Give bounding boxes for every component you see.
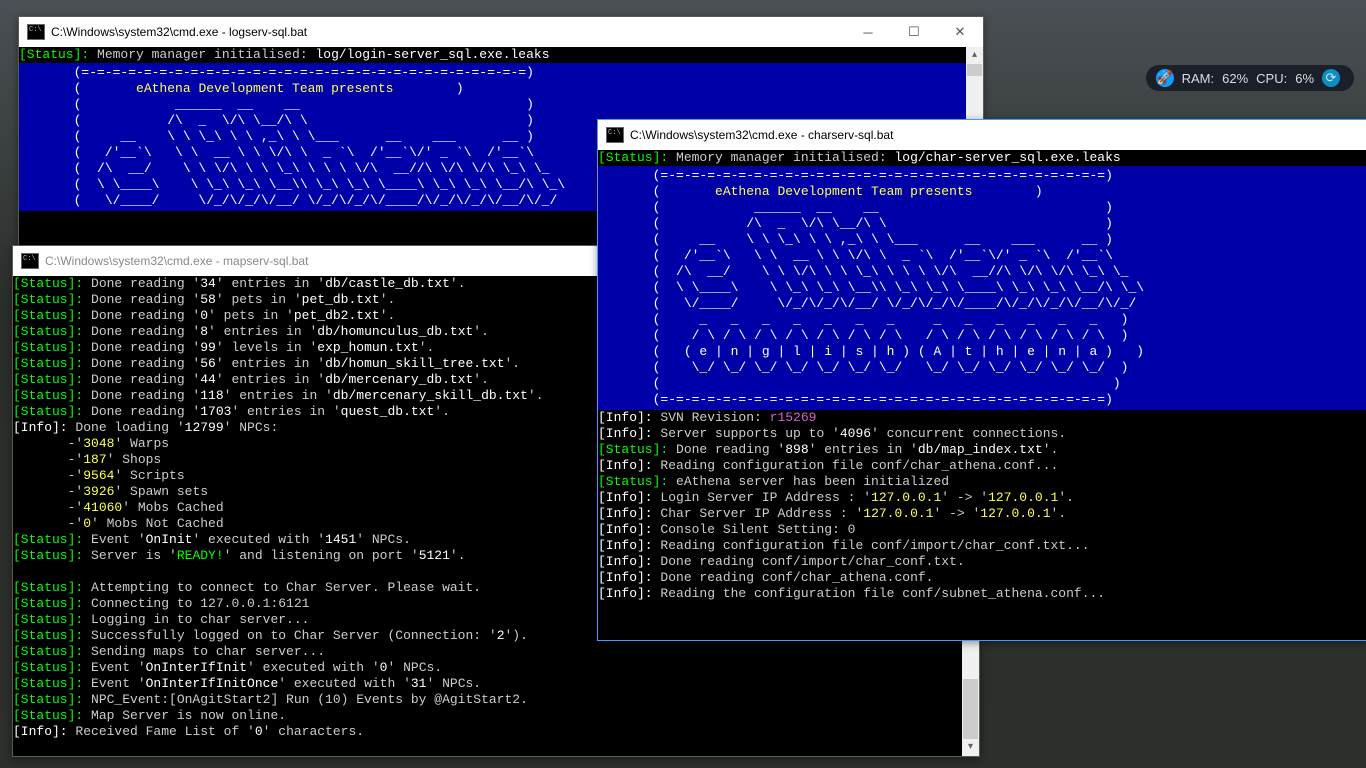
title-text: C:\Windows\system32\cmd.exe - logserv-sq… — [51, 25, 307, 39]
ascii-banner: (=-=-=-=-=-=-=-=-=-=-=-=-=-=-=-=-=-=-=-=… — [598, 166, 1366, 410]
scroll-thumb[interactable] — [967, 64, 982, 76]
cmd-icon — [606, 127, 624, 143]
console-charserv[interactable]: [Status]: Memory manager initialised: lo… — [598, 150, 1366, 640]
ram-value: 62% — [1222, 71, 1248, 86]
ram-label: RAM: — [1182, 71, 1215, 86]
rocket-icon: 🚀 — [1156, 69, 1174, 87]
system-hud: 🚀 RAM: 62% CPU: 6% ⟳ — [1146, 65, 1354, 91]
maximize-button[interactable]: ☐ — [891, 17, 937, 47]
title-text: C:\Windows\system32\cmd.exe - charserv-s… — [630, 128, 893, 142]
scroll-down-icon[interactable]: ▾ — [962, 739, 979, 756]
window-charserv[interactable]: C:\Windows\system32\cmd.exe - charserv-s… — [597, 119, 1366, 641]
cmd-icon — [27, 24, 45, 40]
title-text: C:\Windows\system32\cmd.exe - mapserv-sq… — [45, 254, 308, 268]
status-tag: [Status]: — [598, 150, 668, 165]
scroll-thumb[interactable] — [963, 679, 978, 739]
console-output: [Info]: SVN Revision: r15269 [Info]: Ser… — [598, 410, 1366, 602]
titlebar-logserv[interactable]: C:\Windows\system32\cmd.exe - logserv-sq… — [19, 17, 983, 47]
minimize-button[interactable]: ─ — [845, 17, 891, 47]
cpu-value: 6% — [1295, 71, 1314, 86]
close-button[interactable]: ✕ — [937, 17, 983, 47]
cpu-label: CPU: — [1256, 71, 1287, 86]
status-tag: [Status]: — [19, 47, 89, 62]
scroll-up-icon[interactable]: ▴ — [966, 47, 983, 64]
refresh-icon: ⟳ — [1322, 69, 1340, 87]
cmd-icon — [21, 253, 39, 269]
titlebar-charserv[interactable]: C:\Windows\system32\cmd.exe - charserv-s… — [598, 120, 1366, 150]
